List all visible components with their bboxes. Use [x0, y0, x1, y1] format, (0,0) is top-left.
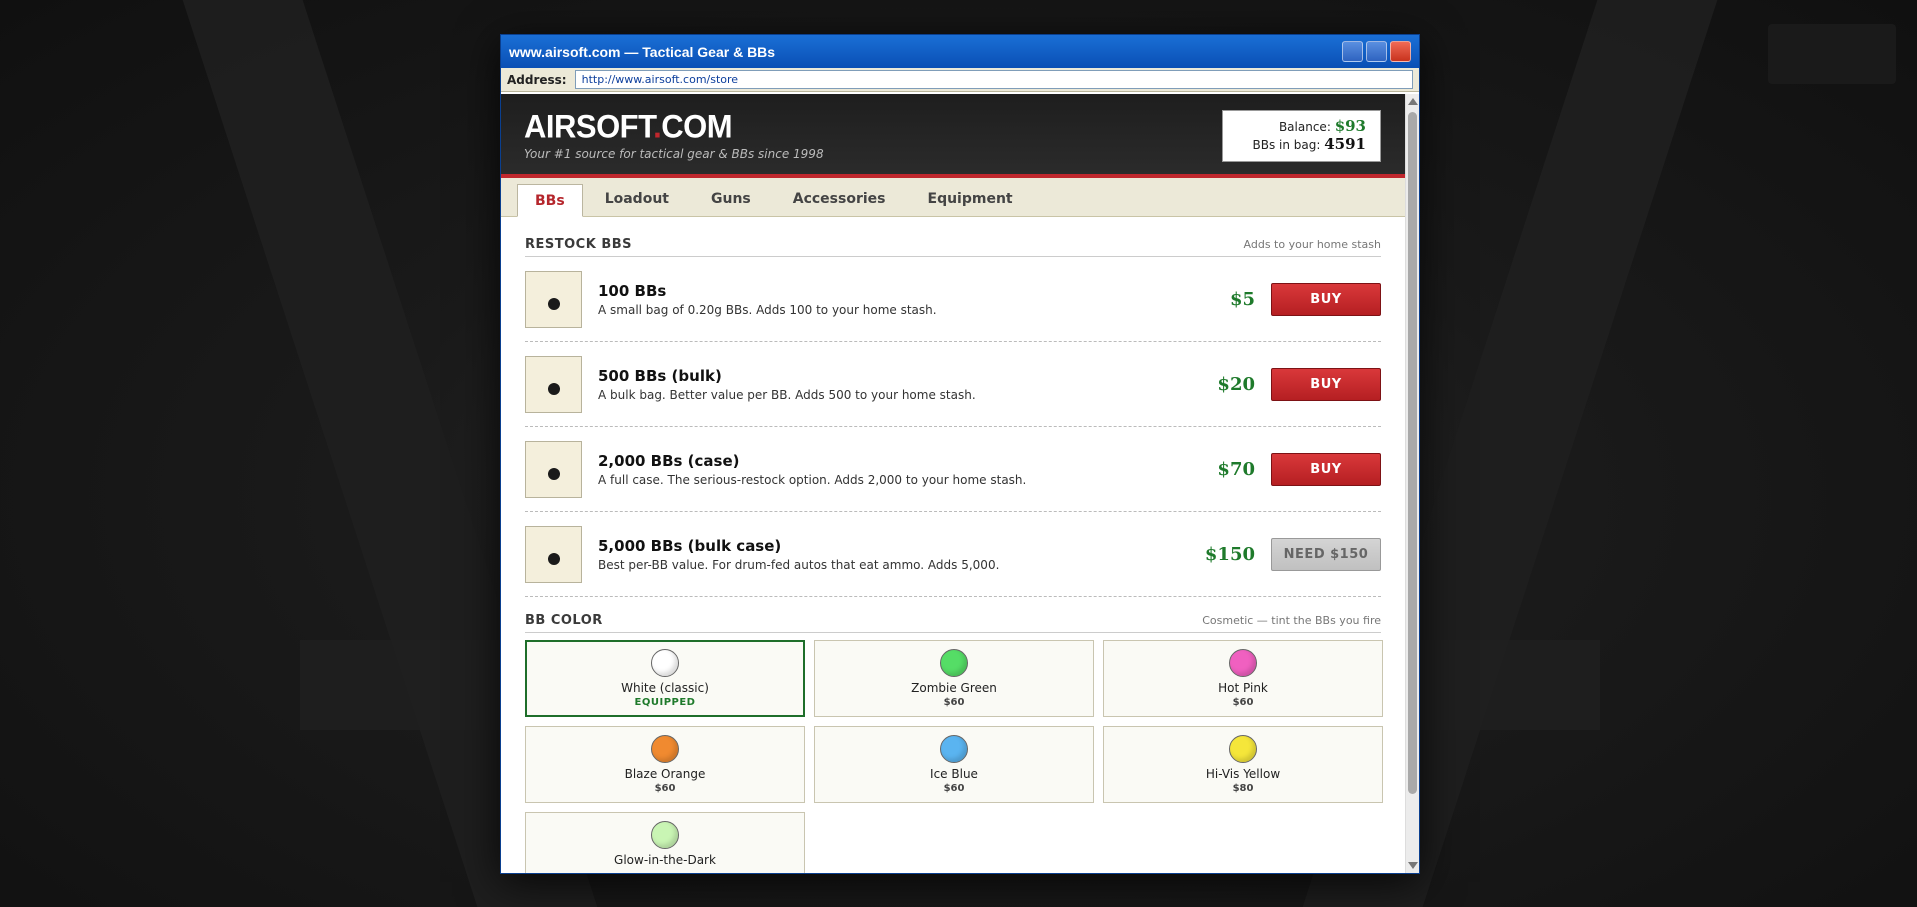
color-ball-icon — [940, 735, 968, 763]
scroll-thumb[interactable] — [1408, 112, 1417, 794]
vertical-scrollbar[interactable] — [1405, 94, 1419, 873]
color-price: $60 — [943, 697, 965, 708]
bb-icon — [525, 440, 582, 498]
store-main: RESTOCK BBS Adds to your home stash 100 … — [501, 217, 1405, 873]
color-option-glow[interactable]: Glow-in-the-Dark — [525, 812, 805, 873]
equipped-badge: EQUIPPED — [634, 697, 696, 708]
product-name: 100 BBs — [598, 281, 667, 300]
buy-button[interactable]: BUY — [1271, 282, 1381, 316]
site-header: AIRSOFT.COM Your #1 source for tactical … — [501, 94, 1405, 178]
section-note: Adds to your home stash — [1243, 238, 1381, 251]
color-name: Hot Pink — [1218, 681, 1268, 695]
tab-equipment[interactable]: Equipment — [908, 183, 1033, 216]
color-option-ice-blue[interactable]: Ice Blue $60 — [814, 726, 1094, 803]
product-price: $20 — [1217, 373, 1255, 395]
color-ball-icon — [651, 649, 679, 677]
product-desc: Best per-BB value. For drum-fed autos th… — [598, 557, 1000, 572]
product-price: $150 — [1204, 543, 1255, 565]
background-panel — [1768, 24, 1896, 84]
color-price: $60 — [654, 783, 676, 794]
wallet-panel: Balance: $93 BBs in bag: 4591 — [1222, 110, 1381, 162]
color-name: Glow-in-the-Dark — [614, 853, 716, 867]
color-ball-icon — [940, 649, 968, 677]
address-label: Address: — [507, 72, 567, 87]
color-name: Ice Blue — [930, 767, 978, 781]
bb-icon — [525, 525, 582, 583]
tab-bbs[interactable]: BBs — [517, 184, 583, 217]
product-desc: A small bag of 0.20g BBs. Adds 100 to yo… — [598, 302, 937, 317]
product-desc: A bulk bag. Better value per BB. Adds 50… — [598, 387, 976, 402]
product-name: 2,000 BBs (case) — [598, 451, 740, 470]
address-bar: Address: http://www.airsoft.com/store — [501, 68, 1419, 92]
color-name: Hi-Vis Yellow — [1205, 767, 1281, 781]
section-note: Cosmetic — tint the BBs you fire — [1202, 614, 1381, 627]
bb-icon — [525, 355, 582, 413]
buy-button[interactable]: BUY — [1271, 367, 1381, 401]
buy-button[interactable]: BUY — [1271, 452, 1381, 486]
product-row: 100 BBs A small bag of 0.20g BBs. Adds 1… — [525, 257, 1381, 342]
product-row: 500 BBs (bulk) A bulk bag. Better value … — [525, 342, 1381, 427]
product-price: $70 — [1217, 458, 1255, 480]
color-grid: White (classic) EQUIPPED Zombie Green $6… — [525, 640, 1383, 873]
product-row: 5,000 BBs (bulk case) Best per-BB value.… — [525, 512, 1381, 597]
section-title: BB COLOR — [525, 613, 603, 628]
bb-color-section-header: BB COLOR Cosmetic — tint the BBs you fir… — [525, 613, 1381, 633]
color-price: $60 — [943, 783, 965, 794]
color-name: Zombie Green — [911, 681, 997, 695]
address-input[interactable]: http://www.airsoft.com/store — [574, 70, 1413, 89]
need-funds-button[interactable]: NEED $150 — [1271, 537, 1381, 571]
bb-icon — [525, 270, 582, 328]
color-ball-icon — [651, 821, 679, 849]
section-title: RESTOCK BBS — [525, 237, 632, 252]
balance-value: $93 — [1334, 117, 1366, 135]
tab-bar: BBs Loadout Guns Accessories Equipment — [501, 178, 1405, 217]
color-price: $60 — [1232, 697, 1254, 708]
color-ball-icon — [651, 735, 679, 763]
minimize-button[interactable] — [1342, 41, 1363, 62]
close-button[interactable] — [1390, 41, 1411, 62]
bbs-count: 4591 — [1324, 135, 1366, 153]
color-option-hi-vis-yellow[interactable]: Hi-Vis Yellow $80 — [1103, 726, 1383, 803]
window-title: www.airsoft.com — Tactical Gear & BBs — [509, 43, 776, 60]
color-ball-icon — [1229, 649, 1257, 677]
tab-loadout[interactable]: Loadout — [585, 183, 689, 216]
title-bar[interactable]: www.airsoft.com — Tactical Gear & BBs — [501, 35, 1419, 68]
color-ball-icon — [1229, 735, 1257, 763]
scroll-up-icon[interactable] — [1408, 98, 1418, 105]
page-content: AIRSOFT.COM Your #1 source for tactical … — [501, 94, 1405, 873]
tab-accessories[interactable]: Accessories — [773, 183, 906, 216]
color-option-blaze-orange[interactable]: Blaze Orange $60 — [525, 726, 805, 803]
color-name: White (classic) — [621, 681, 709, 695]
scroll-down-icon[interactable] — [1408, 862, 1418, 869]
product-name: 500 BBs (bulk) — [598, 366, 722, 385]
product-name: 5,000 BBs (bulk case) — [598, 536, 782, 555]
balance-label: Balance: — [1278, 120, 1331, 134]
maximize-button[interactable] — [1366, 41, 1387, 62]
product-desc: A full case. The serious-restock option.… — [598, 472, 1027, 487]
tab-guns[interactable]: Guns — [691, 183, 771, 216]
product-row: 2,000 BBs (case) A full case. The seriou… — [525, 427, 1381, 512]
bbs-label: BBs in bag: — [1252, 138, 1321, 152]
browser-window: www.airsoft.com — Tactical Gear & BBs Ad… — [500, 34, 1420, 874]
color-option-hot-pink[interactable]: Hot Pink $60 — [1103, 640, 1383, 717]
color-name: Blaze Orange — [624, 767, 706, 781]
product-price: $5 — [1229, 288, 1255, 310]
color-price: $80 — [1232, 783, 1254, 794]
color-option-zombie-green[interactable]: Zombie Green $60 — [814, 640, 1094, 717]
color-option-white[interactable]: White (classic) EQUIPPED — [525, 640, 805, 717]
restock-section-header: RESTOCK BBS Adds to your home stash — [525, 237, 1381, 257]
